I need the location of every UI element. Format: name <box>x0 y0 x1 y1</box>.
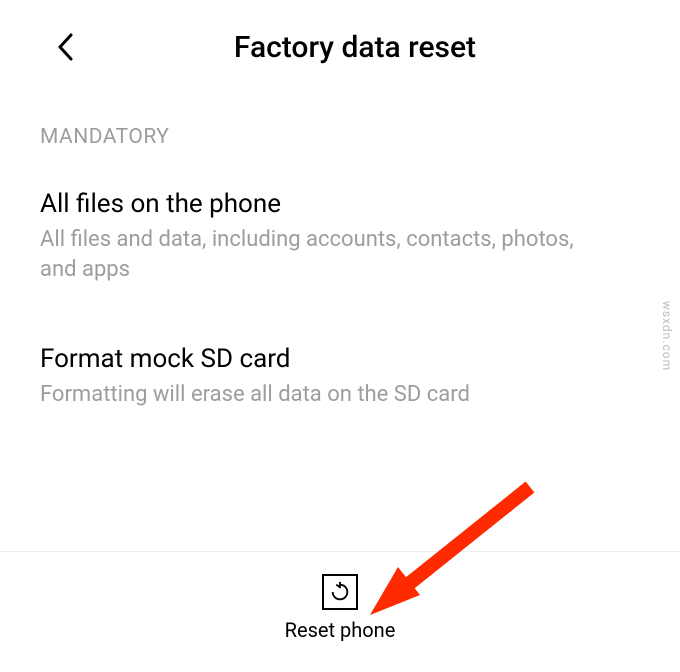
item-title: All files on the phone <box>40 189 640 219</box>
item-format-sd[interactable]: Format mock SD card Formatting will eras… <box>0 294 680 420</box>
reset-icon <box>329 581 351 603</box>
item-desc: All files and data, including accounts, … <box>40 225 580 284</box>
item-desc: Formatting will erase all data on the SD… <box>40 380 580 410</box>
watermark: wsxdn.com <box>660 301 674 371</box>
header: Factory data reset <box>0 0 680 85</box>
item-title: Format mock SD card <box>40 344 640 374</box>
reset-phone-label: Reset phone <box>285 618 396 642</box>
chevron-left-icon <box>57 33 73 61</box>
page-title: Factory data reset <box>70 30 640 65</box>
item-all-files[interactable]: All files on the phone All files and dat… <box>0 159 680 294</box>
section-label: MANDATORY <box>0 85 680 159</box>
footer: Reset phone <box>0 551 680 642</box>
back-button[interactable] <box>50 32 80 62</box>
reset-phone-button[interactable] <box>322 574 358 610</box>
